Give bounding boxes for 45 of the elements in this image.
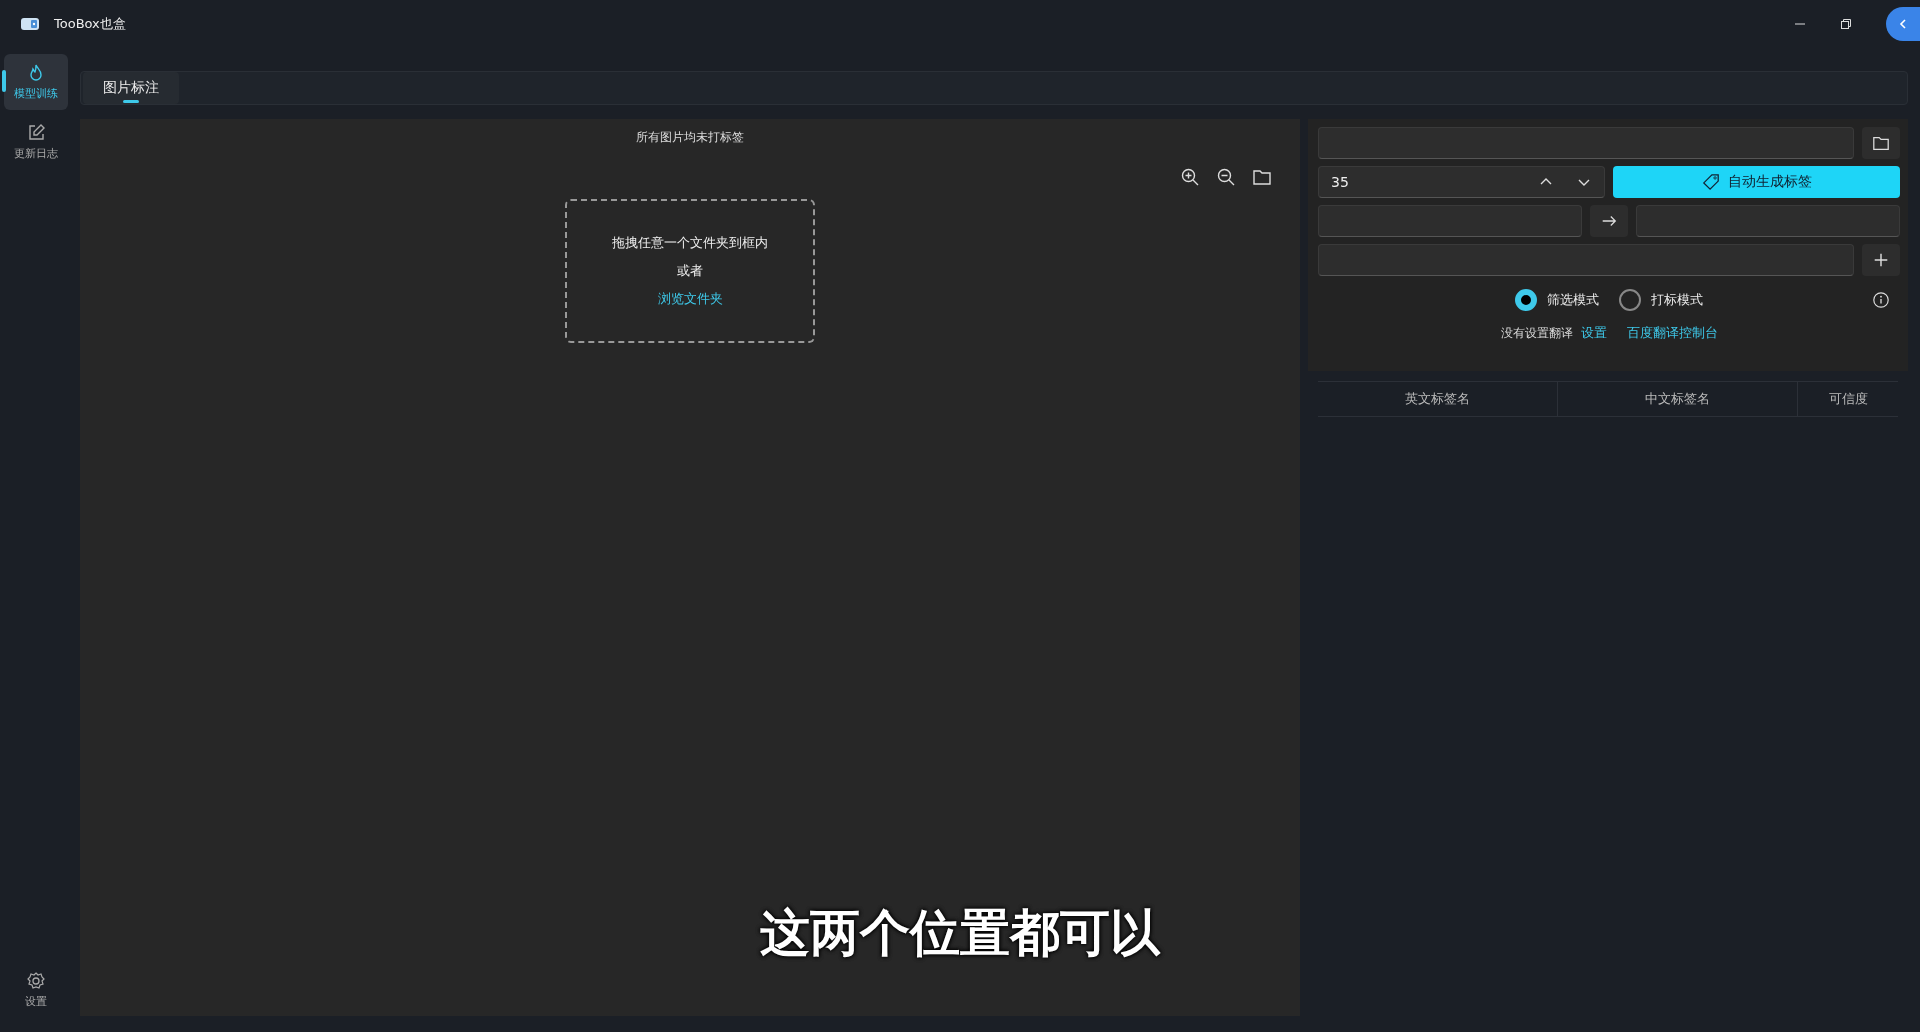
console-link[interactable]: 百度翻译控制台	[1626, 324, 1718, 342]
drop-zone[interactable]: 拖拽任意一个文件夹到框内 或者 浏览文件夹	[565, 199, 815, 343]
collapse-button[interactable]	[1886, 7, 1920, 41]
settings-icon	[26, 971, 46, 991]
chevron-left-icon	[1897, 18, 1909, 30]
source-field[interactable]	[1318, 205, 1582, 237]
sidebar-item[interactable]: 更新日志	[4, 114, 68, 170]
edit-icon	[26, 123, 46, 143]
restore-icon[interactable]	[1840, 18, 1852, 30]
folder-button[interactable]	[1862, 127, 1900, 159]
video-subtitle: 这两个位置都可以	[759, 903, 1162, 964]
radio-icon[interactable]	[1619, 289, 1641, 311]
path-field[interactable]	[1318, 127, 1854, 159]
number-field[interactable]: 35	[1318, 166, 1605, 198]
mode-radio[interactable]: 筛选模式	[1515, 289, 1599, 311]
drop-prompt: 拖拽任意一个文件夹到框内	[612, 234, 768, 252]
folder-icon	[1872, 134, 1890, 152]
generate-tags-button[interactable]: 自动生成标签	[1613, 166, 1900, 198]
column-header[interactable]: 中文标签名	[1558, 382, 1798, 416]
or-text: 或者	[677, 262, 703, 280]
app-logo-icon	[20, 16, 40, 32]
translate-notice: 没有设置翻译	[1500, 324, 1573, 342]
settings-link[interactable]: 设置	[1580, 324, 1607, 342]
column-header[interactable]: 英文标签名	[1318, 382, 1558, 416]
status-text: 所有图片均未打标签	[636, 129, 744, 146]
target-field[interactable]	[1636, 205, 1900, 237]
tag-icon	[1701, 173, 1720, 191]
window-title: TooBox也盒	[54, 15, 126, 33]
browse-link[interactable]: 浏览文件夹	[657, 290, 723, 308]
mode-radio[interactable]: 打标模式	[1619, 289, 1703, 311]
info-icon[interactable]	[1872, 291, 1890, 309]
column-header[interactable]: 可信度	[1798, 382, 1898, 416]
tab[interactable]: 图片标注	[83, 72, 179, 104]
zoom-out-icon[interactable]	[1216, 167, 1236, 187]
plus-icon	[1872, 251, 1890, 269]
radio-icon[interactable]	[1515, 289, 1537, 311]
settings-item[interactable]: 设置	[4, 962, 68, 1018]
translate-button[interactable]	[1590, 205, 1628, 237]
folder-icon[interactable]	[1252, 167, 1272, 187]
radio-label: 筛选模式	[1547, 291, 1599, 309]
add-button[interactable]	[1862, 244, 1900, 276]
tag-field[interactable]	[1318, 244, 1854, 276]
zoom-in-icon[interactable]	[1180, 167, 1200, 187]
sidebar-item[interactable]: 模型训练	[4, 54, 68, 110]
radio-label: 打标模式	[1651, 291, 1703, 309]
